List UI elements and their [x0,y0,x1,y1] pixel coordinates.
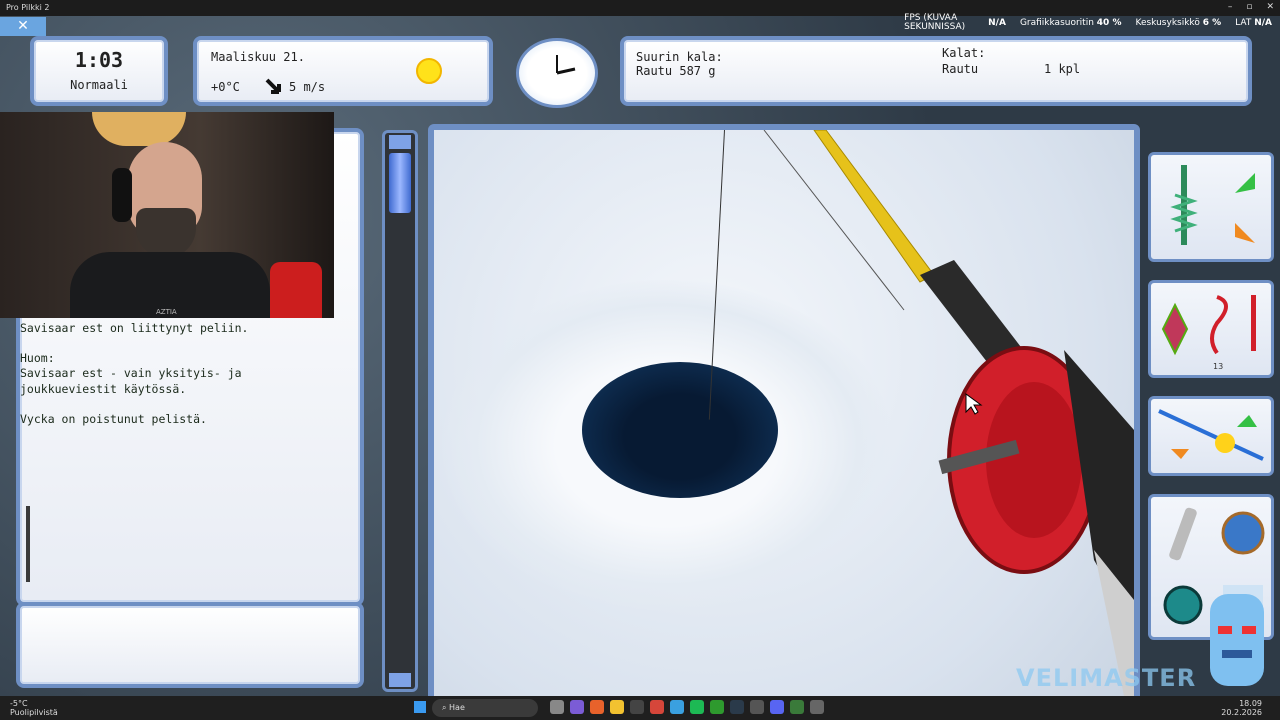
microphone [270,262,322,318]
scroll-down-button[interactable] [389,673,411,687]
chat-line [20,336,248,351]
spotify-icon[interactable] [690,700,704,714]
fps-value: N/A [988,18,1006,28]
move-arrows-icon[interactable] [1225,163,1265,243]
gpu-value: 40 % [1096,18,1122,28]
weather-panel: Maaliskuu 21. +0°C 5 m/s [193,36,493,106]
close-game-button[interactable]: ✕ [0,17,46,36]
catch-panel: Suurin kala: Rautu 587 g Kalat: Rautu 1 … [620,36,1252,106]
depth-slider-thumb[interactable] [389,153,411,213]
lat-value: N/A [1254,18,1272,28]
taskbar-apps [550,700,824,714]
taskbar-date: 20.2.2026 [1221,708,1262,717]
app2-icon[interactable] [750,700,764,714]
taskbar-weather-desc: Puolipilvistä [10,708,58,717]
temperature: +0°C [211,80,240,94]
fish-label: Kalat: [942,46,986,60]
scroll-up-button[interactable] [389,135,411,149]
lure-icon[interactable]: 13 [1151,283,1271,375]
lamp [92,112,186,146]
chat-line: Savisaar est on liittynyt peliin. [20,320,249,335]
discord-icon[interactable] [770,700,784,714]
chat-line: Vycka on poistunut pelistä. [20,412,207,427]
shirt-text: AZTIA [156,308,177,316]
biggest-fish-label: Suurin kala: [636,50,723,64]
taskbar-clock[interactable]: 18.09 20.2.2026 [1221,699,1262,717]
tool-group-drill [1148,152,1274,262]
eye-icon[interactable] [1163,585,1203,625]
rod-icon[interactable] [1251,295,1256,351]
mascot-icon [1210,594,1264,686]
steam-icon[interactable] [730,700,744,714]
firefox-icon[interactable] [590,700,604,714]
taskbar-temp: -5°C [10,699,28,708]
fps-label: FPS (KUVAA SEKUNNISSA) [904,13,966,32]
sun-icon [416,58,442,84]
store-icon[interactable] [630,700,644,714]
chat-scrollbar[interactable] [26,506,30,582]
gpu-label: Grafiikkasuoritin [1019,18,1094,28]
analog-clock-icon [516,38,598,108]
rod-set-icon[interactable] [1151,399,1271,473]
wind-speed: 5 m/s [289,80,326,94]
search-placeholder: Hae [449,703,465,712]
window-title: Pro Pilkki 2 [6,3,50,12]
game-icon[interactable] [790,700,804,714]
mouse-cursor-icon [965,393,983,415]
close-icon: ✕ [17,18,29,34]
cpu-label: Keskusyksikkö [1135,18,1200,28]
streamer-beard [136,208,196,258]
globe-icon[interactable] [1221,511,1265,555]
wind-direction-icon [265,78,281,94]
pro-pilkki-icon[interactable] [810,700,824,714]
game-mode: Normaali [70,78,128,92]
cpu-value: 6 % [1202,18,1222,28]
headphones [112,168,132,222]
hook-count-badge: 13 [1213,362,1223,371]
game-time-panel: 1:03 Normaali [30,36,168,106]
flashlight-icon[interactable] [1168,507,1198,562]
xbox-icon[interactable] [710,700,724,714]
windows-start-icon[interactable] [414,701,426,713]
chat-line [20,397,248,412]
depth-scrollbar[interactable] [382,130,418,692]
perf-overlay: FPS (KUVAA SEKUNNISSA) N/A Grafiikkasuor… [904,10,1272,36]
fish-count: 1 kpl [1044,62,1081,76]
os-taskbar: -5°C Puolipilvistä ⌕ Hae 18.09 20.2.2026 [0,696,1280,720]
date-label: Maaliskuu 21. [211,50,305,64]
tool-group-rods [1148,396,1274,476]
hook-icon[interactable] [1210,295,1228,355]
taskbar-search[interactable]: ⌕ Hae [432,699,538,717]
explorer-icon[interactable] [610,700,624,714]
search-icon: ⌕ [442,703,447,712]
chat-line: Huom: [20,351,55,366]
fish-name: Rautu [942,62,979,76]
biggest-fish-value: Rautu 587 g [636,64,716,78]
task-view-icon[interactable] [550,700,564,714]
streamer-watermark: VELIMASTER [1016,664,1197,692]
chat-line: Savisaar est - vain yksityis- ja [20,366,242,381]
webcam-overlay: AZTIA [0,112,334,318]
telegram-icon[interactable] [670,700,684,714]
game-time: 1:03 [74,48,124,72]
app-icon[interactable] [570,700,584,714]
chat-input[interactable] [16,602,364,688]
ice-rod[interactable] [434,130,1134,696]
chrome-icon[interactable] [650,700,664,714]
tool-group-lures: 13 [1148,280,1274,378]
taskbar-time: 18.09 [1239,699,1262,708]
lat-label: LAT [1235,18,1252,28]
chat-line: joukkueviestit käytössä. [20,381,187,396]
taskbar-weather[interactable]: -5°C Puolipilvistä [10,699,58,717]
ice-hole-view[interactable] [428,124,1140,702]
